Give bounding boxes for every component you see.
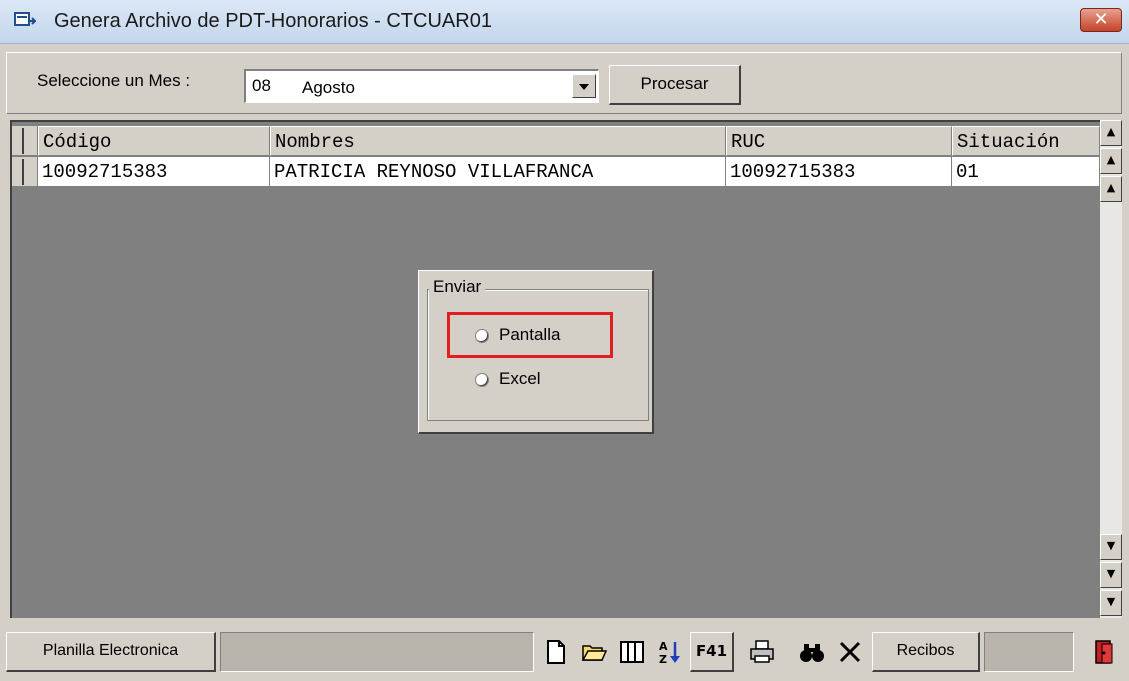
vertical-scrollbar[interactable]: ▲ ▲ ▲ ▼ ▼ ▼ [1100,120,1122,618]
month-number: 08 [252,76,271,95]
title-bar: Genera Archivo de PDT-Honorarios - CTCUA… [0,0,1129,44]
status-panel [220,632,534,672]
header-indicator [12,126,38,156]
svg-text:Z: Z [659,653,667,666]
radio-excel-label: Excel [499,369,541,388]
close-button[interactable]: ✕ [1080,8,1122,32]
delete-icon[interactable] [832,632,868,672]
sort-ascending-icon[interactable]: AZ [652,632,688,672]
cell-situacion[interactable]: 01 [952,157,1100,187]
new-file-icon[interactable] [538,632,574,672]
month-select[interactable]: 08 Agosto [244,69,599,103]
scroll-page-up-icon[interactable]: ▲ [1100,148,1122,174]
radio-excel[interactable]: Excel [475,369,541,389]
recibos-button[interactable]: Recibos [872,632,980,672]
planilla-button[interactable]: Planilla Electronica [6,632,216,672]
bottom-toolbar: Planilla Electronica AZ F41 Recibos [6,628,1126,676]
procesar-button[interactable]: Procesar [609,65,741,105]
cell-codigo[interactable]: 10092715383 [38,157,270,187]
svg-text:A: A [659,640,668,653]
column-header-codigo[interactable]: Código [38,126,270,156]
scroll-bottom-icon[interactable]: ▼ [1100,590,1122,616]
row-indicator [12,157,38,187]
status-panel-right [984,632,1074,672]
enviar-title: Enviar [429,277,486,297]
column-header-ruc[interactable]: RUC [726,126,952,156]
cell-ruc[interactable]: 10092715383 [726,157,952,187]
table-row[interactable]: 10092715383 PATRICIA REYNOSO VILLAFRANCA… [12,157,1100,187]
column-header-nombres[interactable]: Nombres [270,126,726,156]
exit-door-icon[interactable] [1086,632,1122,672]
app-icon [14,12,38,30]
scroll-up-icon[interactable]: ▲ [1100,176,1122,202]
print-icon[interactable] [744,632,780,672]
highlight-box [447,312,613,358]
main-window: Genera Archivo de PDT-Honorarios - CTCUA… [0,0,1129,681]
find-binoculars-icon[interactable] [794,632,830,672]
chevron-down-icon[interactable] [572,74,596,98]
cell-nombres[interactable]: PATRICIA REYNOSO VILLAFRANCA [270,157,726,187]
month-toolbar: Seleccione un Mes : 08 Agosto Procesar [6,52,1122,114]
f41-button[interactable]: F41 [690,632,734,672]
columns-icon[interactable] [614,632,650,672]
scroll-down-icon[interactable]: ▼ [1100,534,1122,560]
column-header-situacion[interactable]: Situación [952,126,1100,156]
month-name: Agosto [302,78,355,97]
window-title: Genera Archivo de PDT-Honorarios - CTCUA… [54,10,492,32]
scroll-top-icon[interactable]: ▲ [1100,120,1122,146]
scroll-page-down-icon[interactable]: ▼ [1100,562,1122,588]
open-folder-icon[interactable] [576,632,612,672]
grid-header: Código Nombres RUC Situación [12,126,1100,156]
radio-circle-icon[interactable] [475,372,489,387]
month-label: Seleccione un Mes : [37,71,191,90]
